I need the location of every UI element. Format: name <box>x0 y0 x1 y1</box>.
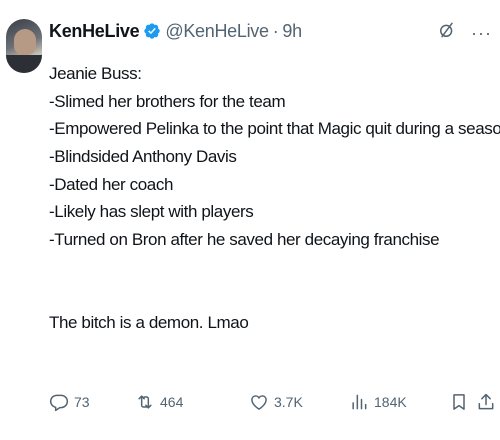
repost-count: 464 <box>160 394 184 410</box>
verified-badge-icon[interactable] <box>143 22 161 40</box>
views-icon <box>352 394 367 410</box>
reply-count: 73 <box>74 394 90 410</box>
tweet-closing-line: The bitch is a demon. Lmao <box>49 312 249 332</box>
header-separator: · <box>272 20 279 41</box>
avatar[interactable] <box>6 19 42 73</box>
more-icon[interactable]: ··· <box>471 23 492 43</box>
top-right-actions: ··· <box>437 20 492 45</box>
repost-button[interactable]: 464 <box>135 392 183 412</box>
author-handle[interactable]: @KenHeLive <box>165 21 269 42</box>
views-button[interactable]: 184K <box>349 392 407 412</box>
tweet-line: -Empowered Pelinka to the point that Mag… <box>49 119 500 139</box>
bookmark-button[interactable] <box>449 392 469 412</box>
tweet-text: Jeanie Buss: -Slimed her brothers for th… <box>49 63 500 340</box>
like-button[interactable]: 3.7K <box>249 392 303 412</box>
author-display-name[interactable]: KenHeLive <box>49 21 140 42</box>
tweet-line: Jeanie Buss: <box>49 64 142 83</box>
reply-button[interactable]: 73 <box>49 392 90 412</box>
bookmark-icon <box>453 394 465 410</box>
repost-icon <box>138 395 152 409</box>
like-icon <box>251 395 267 410</box>
grok-icon[interactable] <box>437 20 457 45</box>
tweet-header: KenHeLive @KenHeLive · 9h <box>49 19 302 43</box>
views-count: 184K <box>374 394 407 410</box>
share-icon <box>478 393 494 410</box>
tweet-line: -Slimed her brothers for the team <box>49 91 286 111</box>
reply-icon <box>49 394 69 412</box>
tweet-action-bar: 73 464 3.7K 184K <box>49 392 494 416</box>
tweet-timestamp[interactable]: 9h <box>282 21 302 42</box>
tweet-line: -Dated her coach <box>49 174 174 194</box>
tweet-line: -Turned on Bron after he saved her decay… <box>49 230 440 250</box>
tweet-line: -Likely has slept with players <box>49 202 254 222</box>
like-count: 3.7K <box>274 394 303 410</box>
tweet-card[interactable]: KenHeLive @KenHeLive · 9h ··· Jeanie Bus… <box>0 0 500 440</box>
share-button[interactable] <box>476 392 496 412</box>
tweet-line: -Blindsided Anthony Davis <box>49 147 237 167</box>
